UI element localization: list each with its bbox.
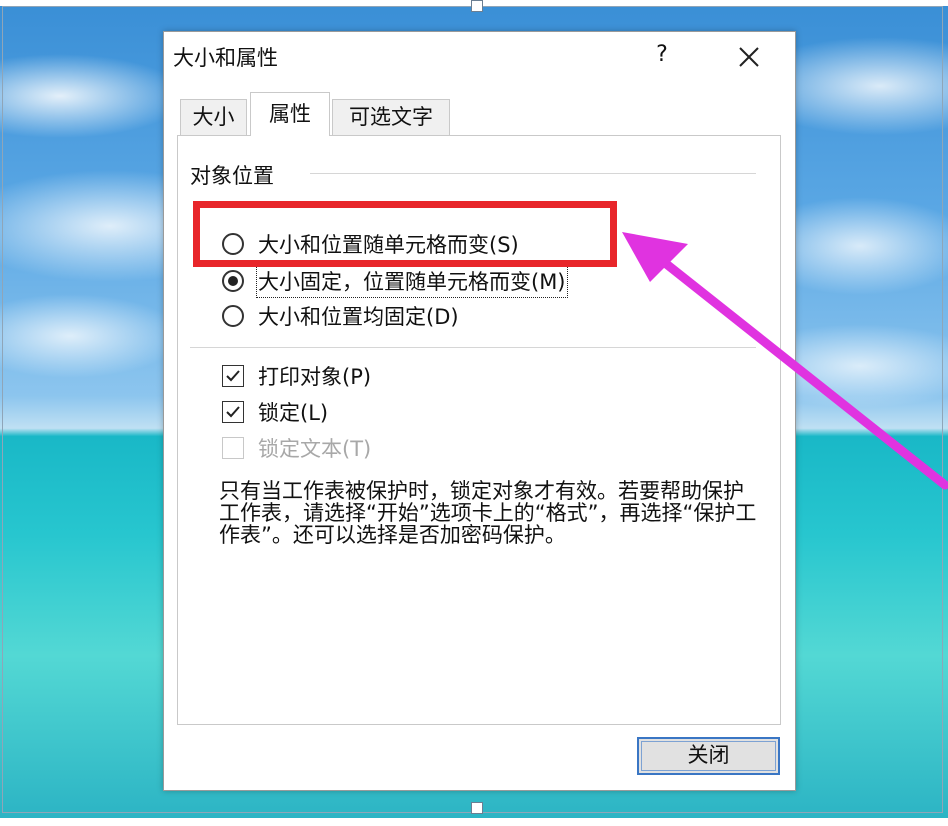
object-position-label: 对象位置 — [190, 164, 274, 188]
resize-handle-bottom[interactable] — [471, 802, 483, 814]
radio-dont-move-or-size-label[interactable]: 大小和位置均固定(D) — [258, 301, 459, 331]
close-button-label: 关闭 — [687, 743, 730, 767]
checkmark-icon — [226, 406, 240, 418]
checkbox-print-object-label[interactable]: 打印对象(P) — [258, 361, 371, 391]
checkmark-icon — [226, 370, 240, 382]
checkbox-lock-text — [222, 437, 244, 459]
dialog-title: 大小和属性 — [173, 46, 278, 70]
pointer-arrow-icon — [622, 232, 948, 490]
group-divider — [310, 173, 756, 174]
highlight-box — [193, 201, 617, 267]
checkbox-lock-text-label: 锁定文本(T) — [258, 437, 372, 461]
tab-size[interactable]: 大小 — [180, 99, 247, 135]
checkbox-locked-label[interactable]: 锁定(L) — [258, 397, 328, 427]
checkbox-print-object[interactable] — [222, 365, 244, 387]
checkbox-locked[interactable] — [222, 401, 244, 423]
radio-move-dont-size-label[interactable]: 大小固定，位置随单元格而变(M) — [256, 264, 568, 298]
radio-dont-move-or-size[interactable] — [222, 305, 244, 327]
tab-properties[interactable]: 属性 — [250, 92, 330, 136]
close-icon[interactable] — [734, 42, 764, 72]
resize-handle-top[interactable] — [471, 0, 483, 12]
tab-alt-text[interactable]: 可选文字 — [332, 99, 450, 135]
help-button[interactable]: ? — [648, 40, 676, 70]
radio-move-dont-size[interactable] — [222, 270, 244, 292]
close-button[interactable]: 关闭 — [637, 737, 780, 775]
